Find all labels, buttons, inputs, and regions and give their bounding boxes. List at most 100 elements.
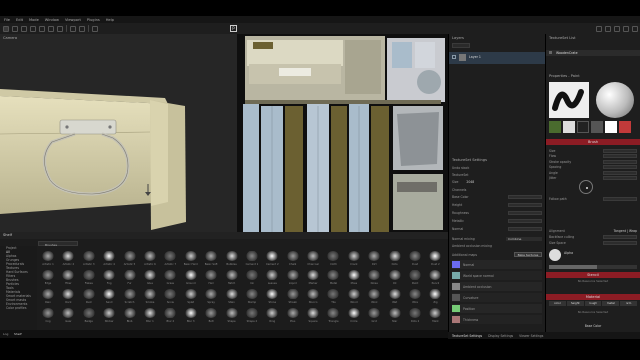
settings-icon[interactable] — [623, 25, 629, 32]
shelf-item[interactable]: Rain — [38, 286, 58, 305]
shelf-item[interactable]: Grid — [364, 305, 384, 324]
shelf-item[interactable]: Rock — [58, 286, 78, 305]
shelf-item[interactable]: Leaves — [262, 267, 282, 286]
shelf-item[interactable]: Fur — [120, 267, 140, 286]
shelf-item[interactable]: Badge — [79, 305, 99, 324]
alpha-hardness-slider[interactable] — [549, 265, 637, 269]
additional-map-row[interactable]: Ambient occlusion — [452, 282, 542, 291]
shelf-item[interactable]: Blur 3 — [181, 305, 201, 324]
shelf-item[interactable]: Noise — [364, 267, 384, 286]
shelf-item[interactable]: Circle — [344, 305, 364, 324]
picker-icon[interactable] — [57, 25, 63, 32]
channel-height-tab[interactable]: height — [566, 301, 584, 306]
shelf-item[interactable]: Charcoal — [303, 248, 323, 267]
channel-color-tab[interactable]: color — [549, 301, 566, 306]
additional-map-row[interactable]: Curvature — [452, 293, 542, 302]
shelf-item[interactable]: Smoke — [140, 286, 160, 305]
shelf-item[interactable]: Fog — [99, 267, 119, 286]
shelf-item[interactable]: Dust — [405, 248, 425, 267]
shelf-item[interactable]: Triangle — [323, 305, 343, 324]
shelf-item[interactable]: Rust — [79, 286, 99, 305]
split-view-icon[interactable] — [614, 25, 620, 32]
shelf-item[interactable]: Cement 1 — [242, 248, 262, 267]
shelf-item[interactable]: Cloth — [323, 248, 343, 267]
render-icon[interactable] — [632, 25, 638, 32]
shelf-item[interactable]: Wet — [385, 286, 405, 305]
viewport-2d-uv[interactable] — [237, 34, 448, 232]
menu-mode[interactable]: Mode — [29, 18, 39, 22]
shelf-item[interactable]: Zig — [425, 286, 445, 305]
menu-file[interactable]: File — [4, 18, 10, 22]
normal-mixing-dropdown[interactable]: Combine — [506, 236, 542, 241]
alpha-preview[interactable] — [549, 249, 561, 261]
shelf-item[interactable]: Basic Soft — [201, 248, 221, 267]
mask-icon[interactable] — [92, 25, 98, 32]
shelf-item[interactable]: Paint — [405, 267, 425, 286]
shelf-item[interactable]: Artistic 2 — [58, 248, 78, 267]
shelf-item[interactable]: Splat — [181, 286, 201, 305]
shelf-item[interactable]: Streak — [283, 286, 303, 305]
shelf-item[interactable]: Scratch — [120, 286, 140, 305]
tab-display-settings[interactable]: Display Settings — [488, 334, 513, 338]
shelf-item[interactable]: Mark — [425, 305, 445, 324]
shelf-item[interactable]: Moss — [344, 267, 364, 286]
clone-icon[interactable] — [48, 25, 54, 32]
status-log[interactable]: Log — [3, 332, 8, 336]
shelf-tab-brushes[interactable]: Brushes — [39, 243, 57, 247]
follow-path-toggle[interactable] — [603, 196, 637, 201]
menu-window[interactable]: Window — [45, 18, 59, 22]
angle-dial[interactable] — [579, 180, 593, 194]
shelf-item[interactable]: Plus — [283, 305, 303, 324]
eye-icon[interactable] — [549, 51, 552, 54]
shelf-item[interactable]: Glue — [140, 267, 160, 286]
shelf-item[interactable]: Bubbles — [222, 248, 242, 267]
shelf-item[interactable]: Flakes — [79, 267, 99, 286]
stencil-section-header[interactable]: Stencil — [546, 272, 640, 278]
viewport-3d[interactable]: Camera — [0, 34, 237, 232]
layer-row[interactable]: Layer 1 — [449, 52, 546, 64]
shelf-item[interactable]: Bolt — [201, 305, 221, 324]
shelf-item[interactable]: Sand — [99, 286, 119, 305]
shelf-item[interactable]: Ring — [262, 305, 282, 324]
shelf-item[interactable]: Blur 1 — [140, 305, 160, 324]
material-preview-sphere[interactable] — [596, 82, 634, 118]
shelf-item[interactable]: Dust 2 — [425, 248, 445, 267]
channel-nrm-tab[interactable]: nrm — [620, 301, 637, 306]
shelf-item[interactable]: Tile — [323, 286, 343, 305]
shelf-item[interactable]: Crack — [344, 248, 364, 267]
brush-param-slider[interactable] — [603, 159, 637, 164]
shelf-item[interactable]: Hair — [201, 267, 221, 286]
additional-map-row[interactable]: Thickness — [452, 315, 542, 324]
color-thumb[interactable] — [605, 121, 617, 133]
bake-textures-button[interactable]: Bake textures — [514, 252, 542, 257]
smudge-icon[interactable] — [39, 25, 45, 32]
shelf-item[interactable]: Artistic 5 — [120, 248, 140, 267]
shelf-item[interactable]: Stain — [222, 286, 242, 305]
additional-map-row[interactable]: World space normal — [452, 271, 542, 280]
shelf-item[interactable]: Hatch — [222, 267, 242, 286]
blend-mode-dropdown[interactable] — [452, 43, 470, 48]
shelf-item[interactable]: Ink — [242, 267, 262, 286]
shelf-item[interactable]: Square — [303, 305, 323, 324]
alignment-dropdown[interactable]: Tangent | Wrap — [614, 229, 637, 233]
eraser-icon[interactable] — [12, 25, 18, 32]
shelf-item[interactable]: Dots 2 — [405, 305, 425, 324]
texture-set-row[interactable]: WoodenCrate — [546, 50, 640, 56]
shelf-item[interactable]: Star — [385, 305, 405, 324]
shelf-search-input[interactable]: Brushes — [38, 241, 78, 247]
shelf-item[interactable]: Ground — [181, 267, 201, 286]
eye-icon[interactable] — [452, 55, 456, 59]
shelf-item[interactable]: Artistic 4 — [99, 248, 119, 267]
brush-thumb[interactable] — [549, 121, 561, 133]
channel-format-dropdown[interactable] — [508, 226, 542, 231]
size-dropdown[interactable]: 2048 — [466, 180, 474, 184]
shelf-item[interactable]: Shape — [222, 305, 242, 324]
photoshop-export-icon[interactable]: P — [230, 25, 237, 32]
material-section-header[interactable]: Material — [546, 294, 640, 300]
channel-format-dropdown[interactable] — [508, 218, 542, 223]
menu-viewport[interactable]: Viewport — [65, 18, 81, 22]
shelf-item[interactable]: Artistic 1 — [38, 248, 58, 267]
shelf-item[interactable]: Wood — [344, 286, 364, 305]
shelf-item[interactable]: Artistic 7 — [160, 248, 180, 267]
channel-format-dropdown[interactable] — [508, 194, 542, 199]
